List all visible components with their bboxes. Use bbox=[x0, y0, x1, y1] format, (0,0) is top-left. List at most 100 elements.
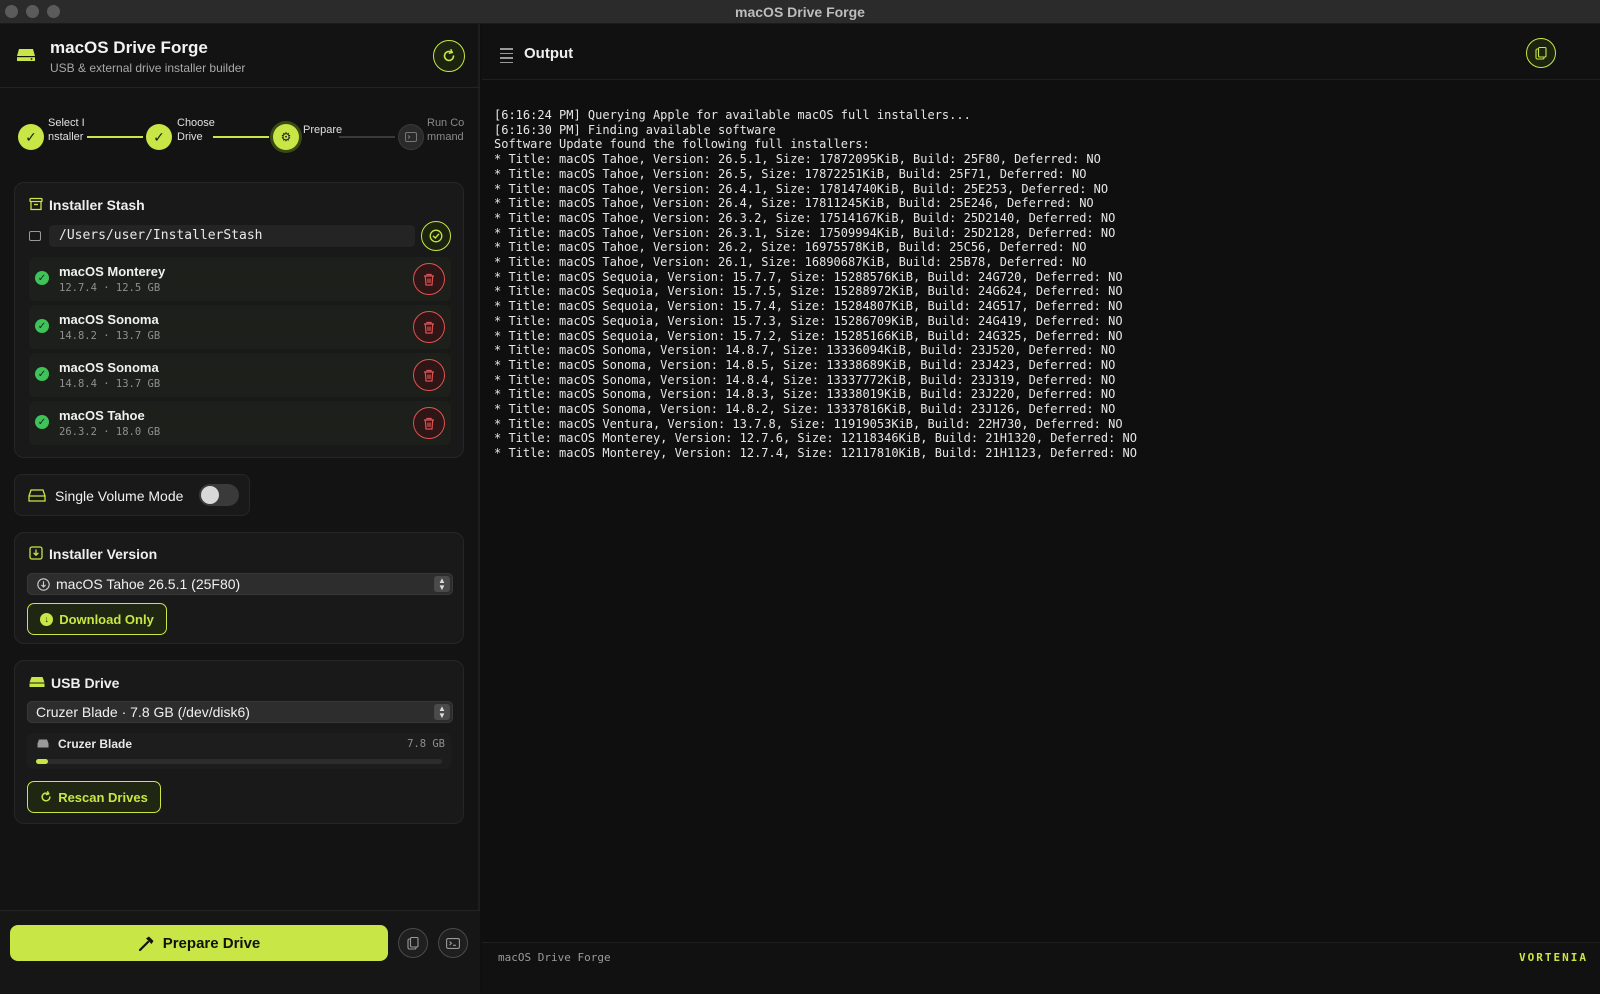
installed-check-icon: ✓ bbox=[35, 415, 49, 429]
stash-item[interactable]: ✓ macOS Monterey 12.7.4 · 12.5 GB bbox=[29, 257, 451, 301]
refresh-icon bbox=[443, 49, 455, 62]
clipboard-icon bbox=[1535, 46, 1547, 60]
console-line: Software Update found the following full… bbox=[494, 137, 870, 152]
archive-icon bbox=[29, 197, 43, 211]
installer-stash-card: Installer Stash /Users/user/InstallerSta… bbox=[14, 182, 464, 458]
step-1-label: Select Installer bbox=[48, 117, 85, 143]
console-line: * Title: macOS Tahoe, Version: 26.1, Siz… bbox=[494, 255, 1087, 270]
delete-installer-button[interactable] bbox=[413, 263, 445, 295]
installer-stash-title: Installer Stash bbox=[49, 197, 145, 213]
list-icon bbox=[500, 48, 513, 66]
status-bar: macOS Drive Forge VORTENIA bbox=[482, 942, 1600, 994]
stash-item-meta: 26.3.2 · 18.0 GB bbox=[59, 426, 161, 438]
stash-item[interactable]: ✓ macOS Tahoe 26.3.2 · 18.0 GB bbox=[29, 401, 451, 445]
sidebar-footer: Prepare Drive bbox=[0, 910, 480, 994]
stash-item[interactable]: ✓ macOS Sonoma 14.8.4 · 13.7 GB bbox=[29, 353, 451, 397]
terminal-icon bbox=[446, 937, 460, 949]
copy-button[interactable] bbox=[398, 928, 428, 958]
rescan-drives-button[interactable]: Rescan Drives bbox=[27, 781, 161, 813]
brand-label: VORTENIA bbox=[1519, 951, 1588, 964]
stash-item-name: macOS Sonoma bbox=[59, 360, 159, 375]
output-title: Output bbox=[524, 45, 574, 62]
installed-check-icon: ✓ bbox=[35, 367, 49, 381]
stash-item-meta: 12.7.4 · 12.5 GB bbox=[59, 282, 161, 294]
step-4-label: Run Command bbox=[427, 117, 465, 143]
console-line: * Title: macOS Tahoe, Version: 26.4, Siz… bbox=[494, 196, 1094, 211]
single-volume-label: Single Volume Mode bbox=[55, 488, 184, 504]
copy-output-button[interactable] bbox=[1526, 38, 1556, 68]
console-line: [6:16:30 PM] Finding available software bbox=[494, 122, 776, 137]
delete-installer-button[interactable] bbox=[413, 407, 445, 439]
console-line: * Title: macOS Sonoma, Version: 14.8.5, … bbox=[494, 357, 1116, 372]
confirm-path-button[interactable] bbox=[421, 221, 451, 251]
step-connector bbox=[339, 136, 395, 138]
usb-drive-value: Cruzer Blade · 7.8 GB (/dev/disk6) bbox=[36, 704, 250, 720]
step-2-check-icon: ✓ bbox=[146, 124, 172, 150]
progress-stepper: ✓ Select Installer ✓ Choose Drive ⚙ Prep… bbox=[0, 112, 480, 162]
console-line: * Title: macOS Monterey, Version: 12.7.4… bbox=[494, 446, 1137, 461]
installer-version-value: macOS Tahoe 26.5.1 (25F80) bbox=[56, 576, 241, 592]
installer-version-select[interactable]: macOS Tahoe 26.5.1 (25F80) ▲ ▼ bbox=[27, 573, 453, 595]
output-console[interactable]: [6:16:24 PM] Querying Apple for availabl… bbox=[482, 80, 1600, 942]
console-line: * Title: macOS Sequoia, Version: 15.7.2,… bbox=[494, 328, 1123, 343]
rescan-drives-label: Rescan Drives bbox=[58, 789, 148, 805]
usb-drive-title: USB Drive bbox=[51, 675, 120, 691]
trash-icon bbox=[424, 369, 434, 382]
console-line: * Title: macOS Ventura, Version: 13.7.8,… bbox=[494, 416, 1123, 431]
single-volume-toggle[interactable] bbox=[199, 484, 239, 506]
trash-icon bbox=[424, 273, 434, 286]
drive-small-icon bbox=[37, 739, 49, 748]
download-circle-icon bbox=[37, 578, 50, 591]
drive-icon bbox=[17, 49, 35, 61]
step-connector bbox=[87, 136, 143, 138]
console-line: * Title: macOS Tahoe, Version: 26.4.1, S… bbox=[494, 181, 1109, 196]
trash-icon bbox=[424, 417, 434, 430]
step-1-check-icon: ✓ bbox=[18, 124, 44, 150]
step-4-terminal-icon bbox=[398, 124, 424, 150]
console-line: * Title: macOS Sonoma, Version: 14.8.2, … bbox=[494, 402, 1116, 417]
usb-drive-select[interactable]: Cruzer Blade · 7.8 GB (/dev/disk6) ▲ ▼ bbox=[27, 701, 453, 723]
drive-outline-icon bbox=[28, 489, 46, 502]
refresh-button[interactable] bbox=[433, 40, 465, 72]
installer-version-title: Installer Version bbox=[49, 546, 158, 562]
chevron-updown-icon: ▲ ▼ bbox=[434, 576, 450, 592]
check-circle-icon bbox=[429, 229, 443, 243]
stash-item[interactable]: ✓ macOS Sonoma 14.8.2 · 13.7 GB bbox=[29, 305, 451, 349]
console-line: * Title: macOS Sequoia, Version: 15.7.7,… bbox=[494, 269, 1123, 284]
prepare-drive-button[interactable]: Prepare Drive bbox=[10, 925, 388, 961]
usb-drive-card: USB Drive Cruzer Blade · 7.8 GB (/dev/di… bbox=[14, 660, 464, 824]
stash-item-meta: 14.8.2 · 13.7 GB bbox=[59, 330, 161, 342]
stash-item-meta: 14.8.4 · 13.7 GB bbox=[59, 378, 161, 390]
console-line: * Title: macOS Sequoia, Version: 15.7.5,… bbox=[494, 284, 1123, 299]
output-header: Output bbox=[482, 24, 1600, 80]
rescan-icon bbox=[41, 791, 51, 802]
console-line: * Title: macOS Sonoma, Version: 14.8.3, … bbox=[494, 387, 1116, 402]
step-2-label: Choose Drive bbox=[177, 117, 215, 143]
stash-item-name: macOS Sonoma bbox=[59, 312, 159, 327]
step-connector bbox=[213, 136, 269, 138]
prepare-drive-label: Prepare Drive bbox=[162, 934, 261, 952]
clipboard-icon bbox=[407, 936, 419, 950]
console-line: * Title: macOS Sequoia, Version: 15.7.3,… bbox=[494, 313, 1123, 328]
console-line: [6:16:24 PM] Querying Apple for availabl… bbox=[494, 108, 971, 122]
delete-installer-button[interactable] bbox=[413, 311, 445, 343]
console-line: * Title: macOS Tahoe, Version: 26.3.1, S… bbox=[494, 225, 1116, 240]
window-titlebar: macOS Drive Forge bbox=[0, 0, 1600, 24]
step-3-gear-icon: ⚙ bbox=[273, 124, 299, 150]
hammer-icon bbox=[138, 936, 154, 951]
stash-item-name: macOS Tahoe bbox=[59, 408, 145, 423]
drive-size: 7.8 GB bbox=[407, 738, 445, 750]
toggle-knob bbox=[201, 486, 219, 504]
download-only-button[interactable]: ↓ Download Only bbox=[27, 603, 167, 635]
single-volume-card: Single Volume Mode bbox=[14, 474, 250, 516]
app-header: macOS Drive Forge USB & external drive i… bbox=[0, 24, 480, 88]
console-line: * Title: macOS Tahoe, Version: 26.2, Siz… bbox=[494, 240, 1087, 255]
stash-path-field[interactable]: /Users/user/InstallerStash bbox=[49, 225, 415, 247]
console-line: * Title: macOS Monterey, Version: 12.7.6… bbox=[494, 431, 1137, 446]
installed-check-icon: ✓ bbox=[35, 271, 49, 285]
console-line: * Title: macOS Sonoma, Version: 14.8.7, … bbox=[494, 343, 1116, 358]
terminal-button[interactable] bbox=[438, 928, 468, 958]
delete-installer-button[interactable] bbox=[413, 359, 445, 391]
installed-check-icon: ✓ bbox=[35, 319, 49, 333]
window-title: macOS Drive Forge bbox=[735, 4, 865, 20]
